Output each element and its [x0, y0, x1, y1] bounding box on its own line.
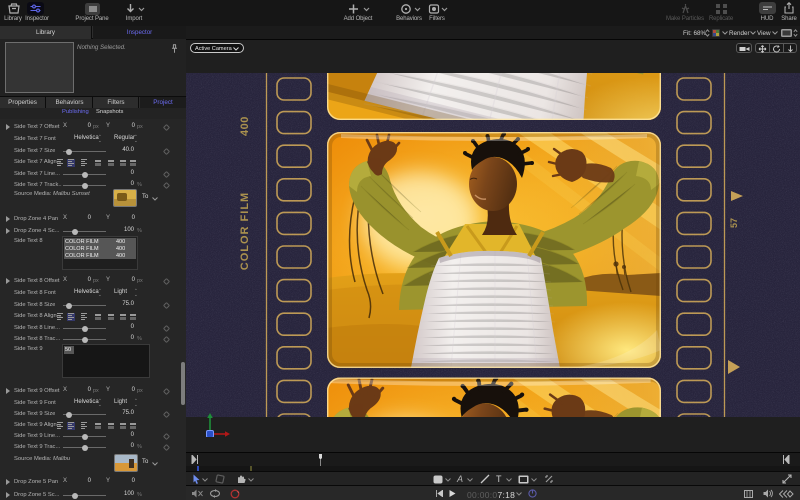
svg-text:COLOR FILM: COLOR FILM [239, 192, 251, 270]
svg-text:57: 57 [729, 218, 739, 228]
svg-text:400: 400 [239, 116, 251, 136]
